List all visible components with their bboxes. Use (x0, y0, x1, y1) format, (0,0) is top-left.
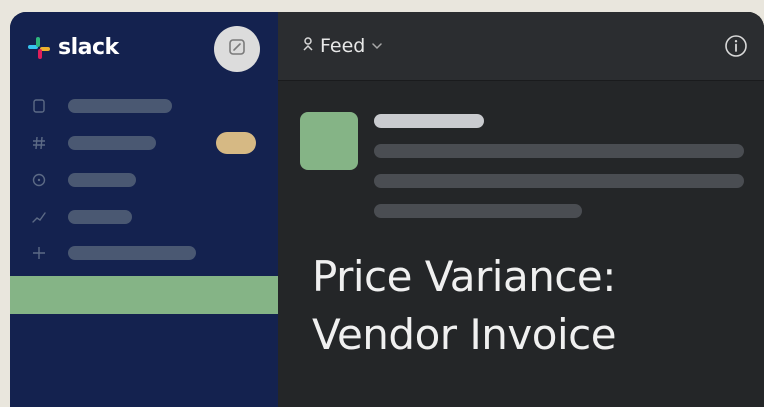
overlay-line-2: Vendor Invoice (312, 310, 617, 359)
top-bar: Feed (278, 12, 764, 81)
sidebar-item-label (68, 210, 132, 224)
main-panel: Feed Price Variance: Vendor Invoice (278, 12, 764, 407)
sidebar-item-active[interactable] (10, 276, 278, 314)
sidebar-item-label (68, 246, 196, 260)
hash-icon (32, 136, 46, 150)
bookmark-icon (302, 34, 314, 58)
post-text-placeholder (374, 174, 744, 188)
slack-logo[interactable]: slack (26, 35, 119, 61)
sidebar-item-label (68, 173, 136, 187)
post-author-placeholder (374, 114, 484, 128)
info-icon (724, 35, 748, 62)
brand-name: slack (58, 35, 119, 60)
sidebar-item-label (68, 99, 172, 113)
sidebar: slack (10, 12, 278, 407)
sidebar-item-add[interactable] (32, 245, 196, 261)
plus-icon (32, 246, 46, 260)
sidebar-item-activity[interactable] (32, 209, 132, 225)
sidebar-item-channels[interactable] (32, 135, 156, 151)
clock-icon (32, 173, 46, 187)
document-icon (32, 99, 46, 113)
unread-badge (216, 132, 256, 154)
overlay-headline: Price Variance: Vendor Invoice (312, 248, 617, 364)
compose-button[interactable] (214, 26, 260, 72)
avatar (300, 112, 358, 170)
sidebar-item-label (68, 136, 156, 150)
sidebar-item-documents[interactable] (32, 98, 172, 114)
post-text-placeholder (374, 204, 582, 218)
app-window: slack Feed Price Variance: Vendor Invoic… (10, 12, 764, 407)
info-button[interactable] (724, 34, 748, 58)
chevron-down-icon (371, 34, 383, 58)
post-text-placeholder (374, 144, 744, 158)
sidebar-item-history[interactable] (32, 172, 136, 188)
overlay-line-1: Price Variance: (312, 252, 616, 301)
activity-icon (32, 210, 46, 224)
feed-dropdown[interactable]: Feed (302, 34, 383, 58)
slack-logo-icon (26, 35, 52, 61)
feed-title: Feed (320, 35, 366, 57)
compose-icon (228, 38, 246, 60)
